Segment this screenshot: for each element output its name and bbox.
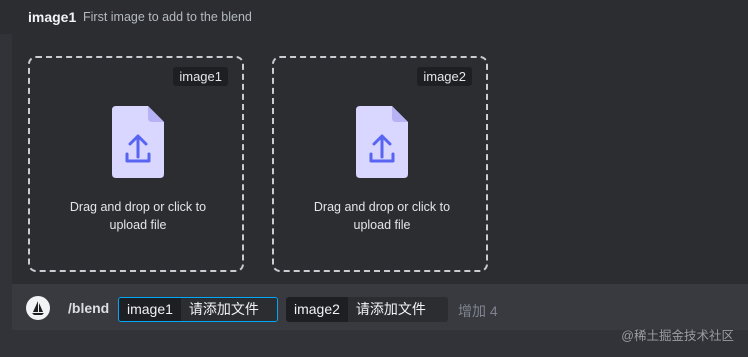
command-name: /blend [68,300,110,316]
dropzone-line1: Drag and drop or click to [313,200,451,214]
file-upload-icon [356,106,408,178]
bot-avatar [26,296,50,320]
dropzone-line2: upload file [353,218,411,232]
param-value: 请添加文件 [347,297,448,322]
sailboat-icon [32,301,44,315]
command-bar: /blend image1 请添加文件 image2 请添加文件 增加 4 [12,284,748,330]
dropzone-image2[interactable]: image2 Drag and drop or click to upload … [272,56,488,272]
param-chip-image2[interactable]: image2 请添加文件 [286,297,448,322]
param-chip-image1[interactable]: image1 请添加文件 [118,297,278,322]
option-header: image1 First image to add to the blend [0,0,748,34]
slash-command-composer: image1 First image to add to the blend i… [0,0,748,357]
watermark: @稀土掘金技术社区 [621,329,734,343]
dropzone-line1: Drag and drop or click to [69,200,207,214]
dropzone-line2: upload file [109,218,167,232]
file-upload-icon [112,106,164,178]
upload-panel: image1 Drag and drop or click to upload … [12,34,748,284]
param-key: image1 [119,298,181,321]
param-key: image2 [286,297,348,322]
dropzone-instructions: Drag and drop or click to upload file [40,198,236,234]
slot-tag-image2: image2 [417,67,472,86]
param-value: 请添加文件 [180,298,277,321]
option-name: image1 [28,9,77,25]
dropzone-instructions: Drag and drop or click to upload file [284,198,480,234]
option-description: First image to add to the blend [83,10,252,24]
dropzone-image1[interactable]: image1 Drag and drop or click to upload … [28,56,244,272]
slot-tag-image1: image1 [173,67,228,86]
more-options-button[interactable]: 增加 4 [458,301,498,321]
